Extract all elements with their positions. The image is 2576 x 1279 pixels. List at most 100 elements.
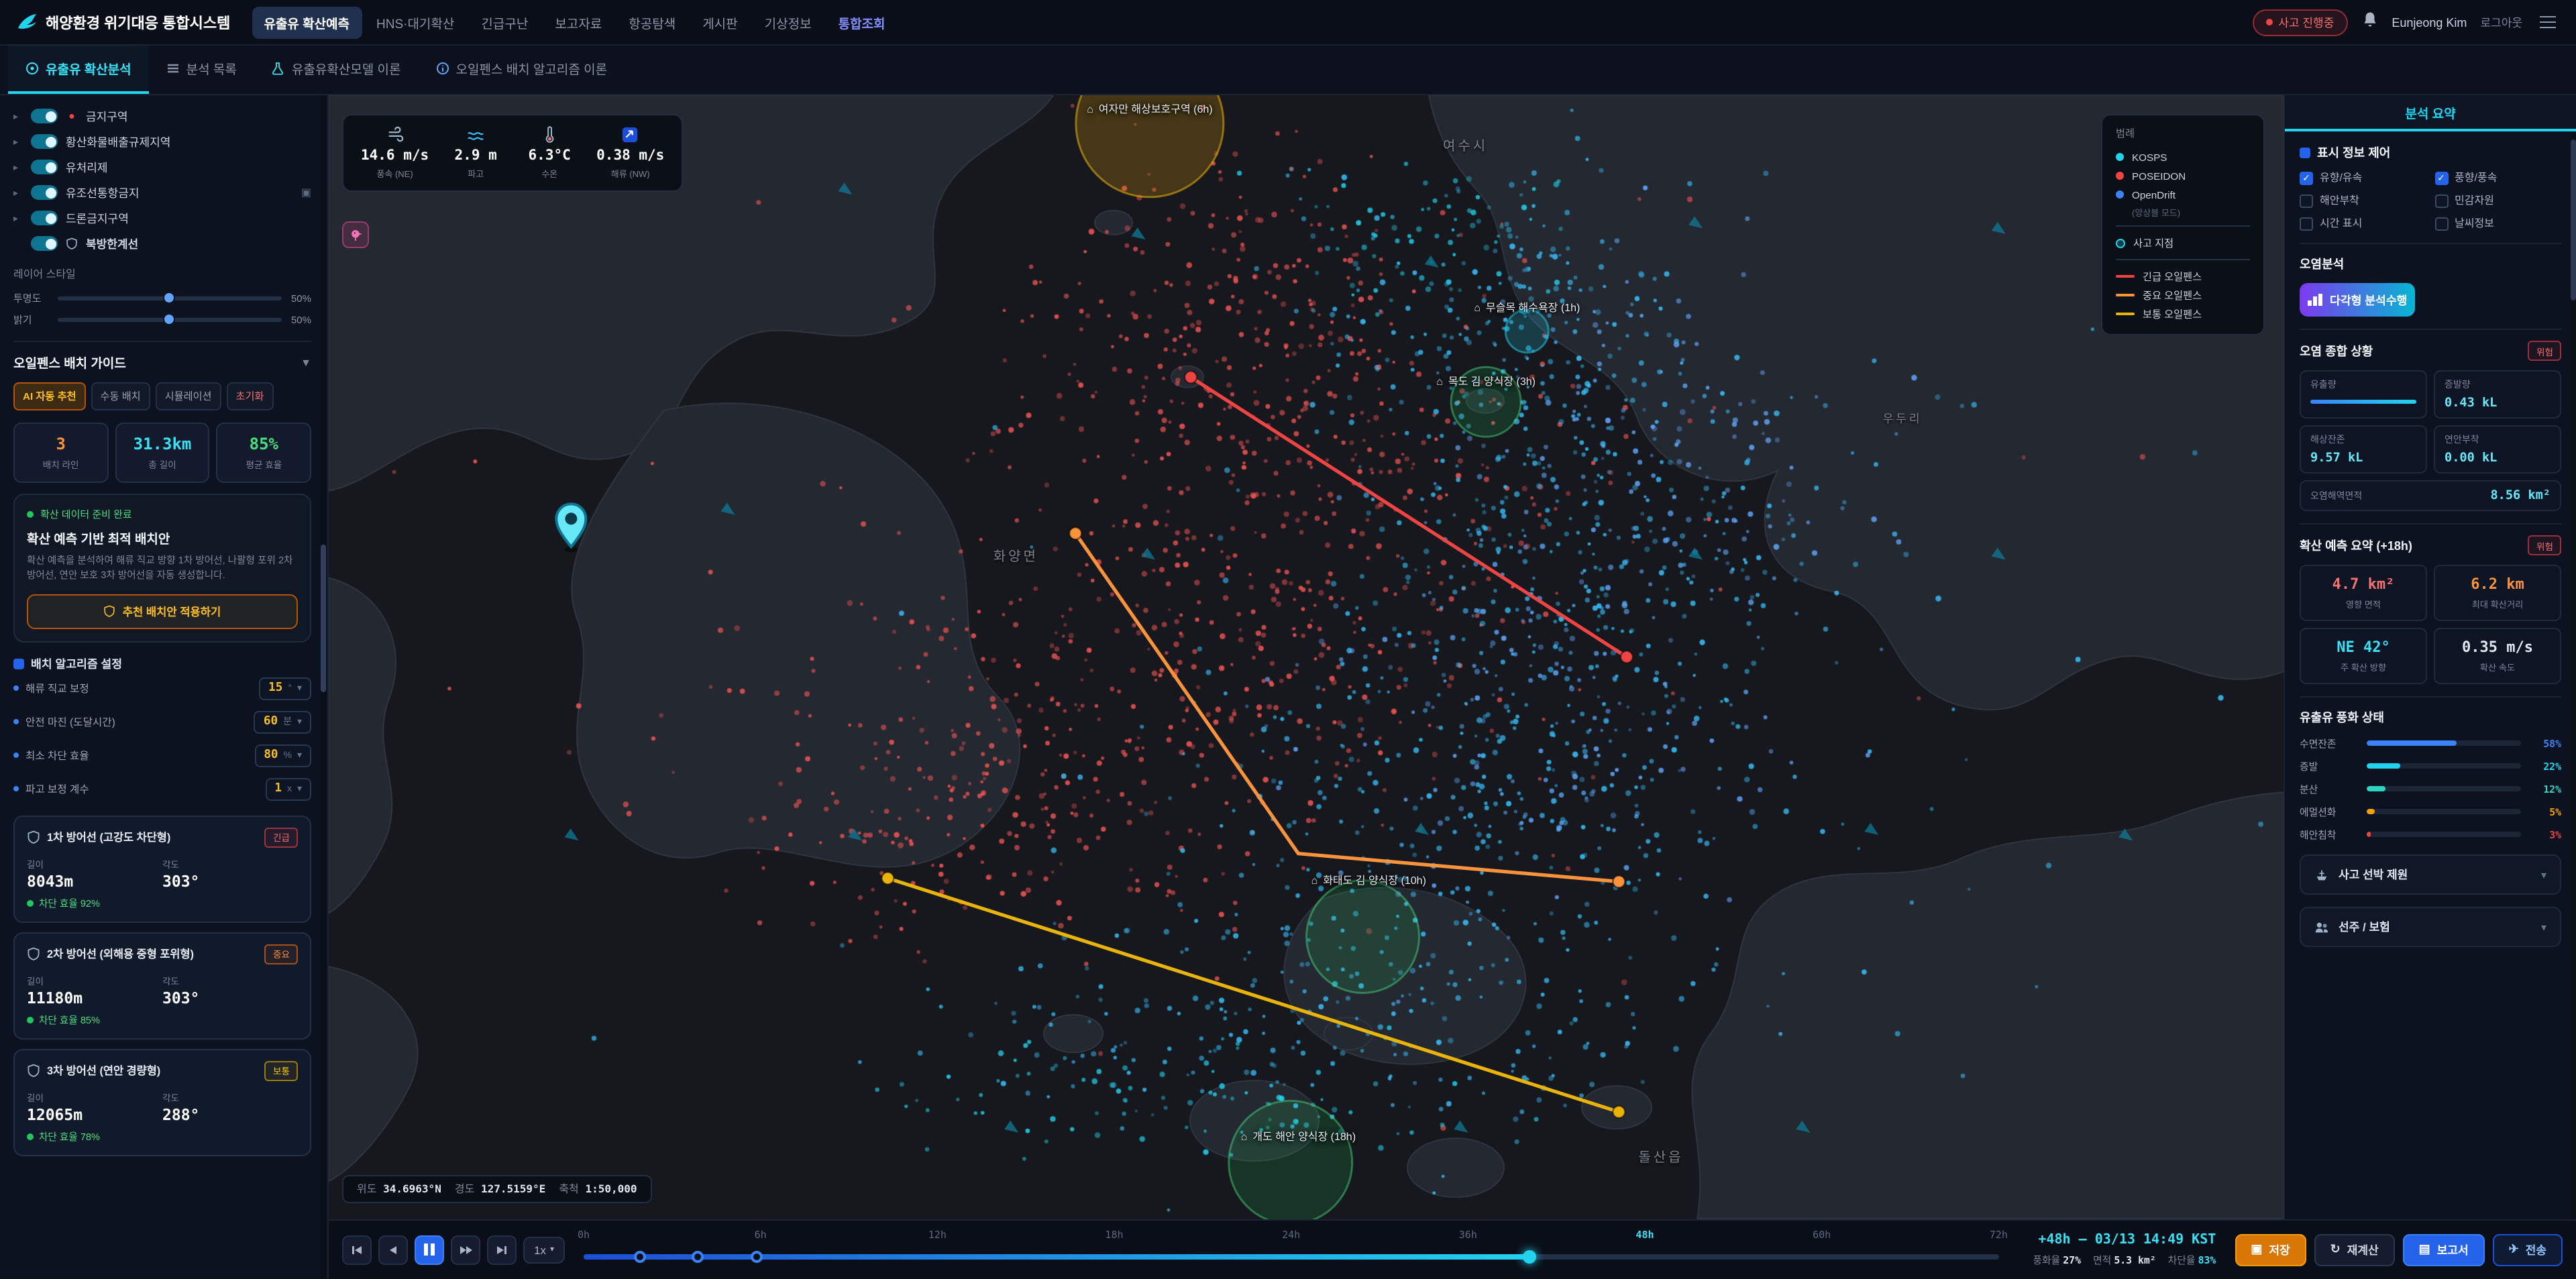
skip-end-button[interactable] [487, 1235, 517, 1264]
checkbox-weather-info[interactable]: 날씨정보 [2434, 216, 2561, 231]
checkbox-icon[interactable] [2434, 194, 2448, 207]
timeline-event-marker[interactable] [750, 1250, 762, 1262]
stepper-icon[interactable]: ▾ [297, 716, 302, 727]
incident-status-badge[interactable]: 사고 진행중 [2253, 9, 2347, 36]
chevron-down-icon[interactable]: ▼ [301, 356, 311, 368]
layer-row-drone-ban[interactable]: ▸ 드론금지구역 [13, 205, 311, 231]
checkbox-icon[interactable]: ✓ [2434, 171, 2448, 184]
timeline-playhead[interactable] [1522, 1249, 1536, 1263]
layer-row-tanker-ban[interactable]: ▸ 유조선통항금지 ▣ [13, 180, 311, 205]
layer-row-sox-eca[interactable]: ▸ 황산화물배출규제지역 [13, 129, 311, 154]
nav-item-integrated-search[interactable]: 통합조회 [826, 6, 898, 38]
send-button[interactable]: ✈전송 [2493, 1233, 2563, 1266]
defense-line-card-3[interactable]: 3차 방어선 (연안 경량형) 보통 길이12065m 각도288° 차단 효율… [13, 1048, 311, 1156]
layer-toggle[interactable] [31, 109, 58, 123]
tab-spill-analysis[interactable]: 유출유 확산분석 [8, 46, 149, 94]
checkbox-time-display[interactable]: 시간 표시 [2300, 216, 2426, 231]
vessel-specs-row[interactable]: 사고 선박 제원 ▾ [2300, 854, 2561, 895]
chevron-right-icon[interactable]: ▸ [13, 136, 23, 147]
polygon-analysis-button[interactable]: 다각형 분석수행 [2300, 283, 2415, 317]
defense-line-card-2[interactable]: 2차 방어선 (외해용 중형 포위형) 중요 길이11180m 각도303° 차… [13, 932, 311, 1039]
panel-icon[interactable]: ▣ [301, 186, 311, 199]
tab-analysis-summary[interactable]: 분석 요약 [2285, 95, 2576, 131]
defense-line-card-1[interactable]: 1차 방어선 (고강도 차단형) 긴급 길이8043m 각도303° 차단 효율… [13, 815, 311, 922]
chevron-right-icon[interactable]: ▸ [13, 111, 23, 121]
panel-scrollbar[interactable] [2571, 134, 2576, 1219]
tab-fence-algorithm-theory[interactable]: 오일펜스 배치 알고리즘 이론 [419, 46, 625, 94]
nav-item-aerial-search[interactable]: 항공탐색 [616, 6, 688, 38]
stepper-icon[interactable]: ▾ [297, 683, 302, 693]
timeline-event-marker[interactable] [634, 1250, 646, 1262]
checkbox-sensitive-resources[interactable]: 민감자원 [2434, 193, 2561, 208]
chevron-down-icon[interactable]: ▾ [2541, 921, 2546, 933]
report-button[interactable]: ▤보고서 [2403, 1233, 2485, 1266]
save-button[interactable]: ▣저장 [2235, 1233, 2306, 1266]
step-back-button[interactable] [378, 1235, 408, 1264]
checkbox-icon[interactable] [2300, 217, 2313, 230]
nav-item-spill-prediction[interactable]: 유출유 확산예측 [252, 6, 362, 38]
layer-toggle[interactable] [31, 185, 58, 200]
apply-plan-button[interactable]: 추천 배치안 적용하기 [27, 594, 298, 628]
poi-mokdo[interactable]: ⌂목도 김 양식장 (3h) [1436, 374, 1536, 388]
timeline-track[interactable] [584, 1254, 1998, 1259]
layer-toggle[interactable] [31, 160, 58, 174]
stepper-icon[interactable]: ▾ [297, 750, 302, 761]
setting-input[interactable]: 60 분 ▾ [254, 710, 311, 733]
tab-simulation[interactable]: 시뮬레이션 [156, 382, 221, 410]
checkbox-icon[interactable] [2434, 217, 2448, 230]
tab-ai-recommend[interactable]: AI 자동 추천 [13, 382, 86, 410]
notifications-bell-icon[interactable] [2361, 10, 2378, 34]
poi-gaedo[interactable]: ⌂개도 해안 양식장 (18h) [1241, 1129, 1356, 1144]
checkbox-current[interactable]: ✓유향/유속 [2300, 170, 2426, 185]
sidebar-scrollbar[interactable] [321, 95, 326, 1279]
tab-reset[interactable]: 초기화 [227, 382, 274, 410]
tab-diffusion-model-theory[interactable]: 유출유확산모델 이론 [254, 46, 419, 94]
brightness-slider[interactable] [58, 317, 282, 321]
setting-input[interactable]: 80 % ▾ [254, 744, 311, 767]
playback-speed-selector[interactable]: 1x▾ [523, 1236, 565, 1263]
layer-row-restricted-zone[interactable]: ▸ ● 금지구역 [13, 103, 311, 129]
scrollbar-thumb[interactable] [2571, 140, 2576, 300]
scrollbar-thumb[interactable] [321, 545, 326, 693]
user-name[interactable]: Eunjeong Kim [2392, 15, 2467, 29]
setting-input[interactable]: 15 ° ▾ [259, 677, 311, 700]
logout-button[interactable]: 로그아웃 [2480, 14, 2522, 30]
skip-start-button[interactable] [342, 1235, 372, 1264]
nav-item-hns[interactable]: HNS·대기확산 [364, 6, 466, 38]
nav-item-board[interactable]: 게시판 [690, 6, 749, 38]
layer-row-dispersant[interactable]: ▸ 유처리제 [13, 154, 311, 180]
checkbox-wind[interactable]: ✓풍향/풍속 [2434, 170, 2561, 185]
poi-museulmok[interactable]: ⌂무슬목 해수욕장 (1h) [1474, 301, 1580, 316]
stepper-icon[interactable]: ▾ [297, 783, 302, 794]
setting-input[interactable]: 1 x ▾ [265, 777, 311, 800]
chevron-right-icon[interactable]: ▸ [13, 213, 23, 223]
layer-toggle[interactable] [31, 134, 58, 149]
poi-hwataedo[interactable]: ⌂화태도 김 양식장 (10h) [1311, 874, 1426, 889]
app-logo[interactable]: 해양환경 위기대응 통합시스템 [16, 11, 230, 33]
layer-toggle[interactable] [31, 211, 58, 225]
checkbox-icon[interactable]: ✓ [2300, 171, 2313, 184]
map-area[interactable]: 14.6 m/s 풍속 (NE) 2.9 m 파고 6.3°C 수온 [329, 95, 2284, 1219]
poi-yeojaman[interactable]: ⌂여자만 해상보호구역 (6h) [1087, 102, 1213, 117]
chevron-down-icon[interactable]: ▾ [2541, 869, 2546, 881]
checkbox-shoreline[interactable]: 해안부착 [2300, 193, 2426, 208]
nav-item-weather-info[interactable]: 기상정보 [753, 6, 824, 38]
chevron-right-icon[interactable]: ▸ [13, 187, 23, 198]
nav-item-rescue[interactable]: 긴급구난 [469, 6, 540, 38]
tab-manual-placement[interactable]: 수동 배치 [91, 382, 150, 410]
timeline-event-marker[interactable] [692, 1250, 704, 1262]
timeline-track-area[interactable]: 0h 6h 12h 18h 24h 36h 48h 60h 72h [584, 1220, 1998, 1279]
pause-button[interactable] [415, 1235, 444, 1264]
recalculate-button[interactable]: ↻재계산 [2314, 1233, 2395, 1266]
tab-analysis-list[interactable]: 분석 목록 [149, 46, 254, 94]
owner-insurance-row[interactable]: 선주 / 보험 ▾ [2300, 907, 2561, 947]
chevron-right-icon[interactable]: ▸ [13, 162, 23, 172]
nav-item-reports[interactable]: 보고자료 [543, 6, 614, 38]
checkbox-icon[interactable] [2300, 194, 2313, 207]
fence-guide-header[interactable]: 오일펜스 배치 가이드 ▼ [13, 353, 311, 372]
layer-toggle[interactable] [31, 236, 58, 251]
layer-row-nll[interactable]: 북방한계선 [13, 231, 311, 256]
menu-icon[interactable] [2536, 12, 2560, 33]
opacity-slider[interactable] [58, 296, 282, 300]
fast-forward-button[interactable] [451, 1235, 480, 1264]
